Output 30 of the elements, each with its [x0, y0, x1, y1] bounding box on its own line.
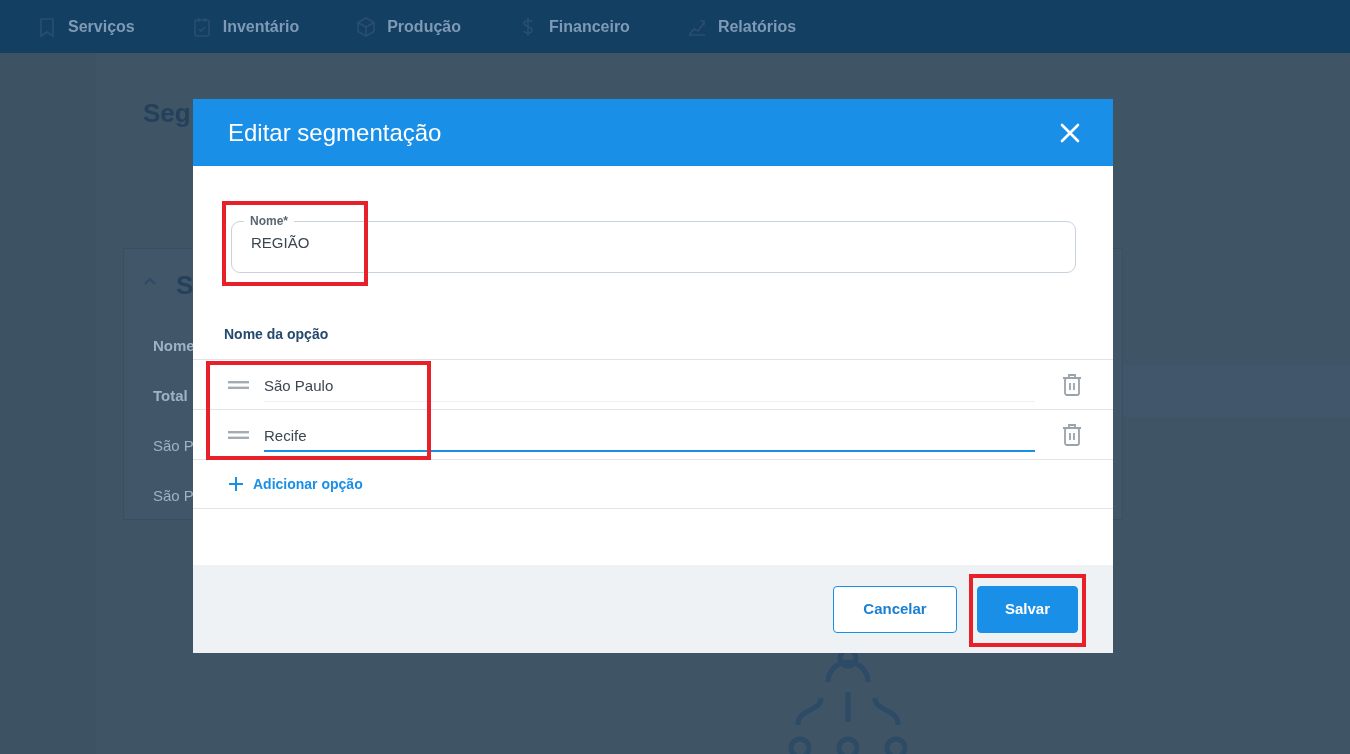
hierarchy-icon: [788, 650, 908, 754]
table-cell-text: São P: [153, 486, 194, 506]
add-option-button[interactable]: Adicionar opção: [228, 460, 363, 508]
option-input[interactable]: Recife: [264, 416, 1035, 453]
drag-handle-icon[interactable]: [228, 380, 249, 389]
option-input[interactable]: São Paulo: [264, 367, 1035, 402]
nav-item[interactable]: Inventário: [222, 14, 300, 39]
drag-handle-icon[interactable]: [228, 430, 249, 439]
delete-button[interactable]: [1061, 371, 1083, 398]
trash-icon: [1061, 371, 1083, 398]
field-value[interactable]: REGIÃO: [232, 229, 1075, 270]
table-cell-text: Total: [153, 386, 188, 406]
dialog-title: Editar segmentação: [228, 117, 442, 148]
nav-item[interactable]: Produção: [387, 14, 461, 39]
name-field[interactable]: Nome* REGIÃO: [231, 213, 1076, 273]
field-label: Nome*: [249, 213, 289, 229]
section-heading: Nome da opção: [224, 325, 330, 344]
nav-item[interactable]: Financeiro: [549, 14, 630, 39]
nav-item[interactable]: Serviços: [68, 14, 135, 39]
trash-icon: [1061, 421, 1083, 448]
table-cell-text: São P: [153, 436, 194, 456]
nav-item[interactable]: Relatórios: [717, 14, 797, 39]
delete-button[interactable]: [1061, 421, 1083, 448]
plus-icon: [228, 476, 244, 492]
save-button[interactable]: Salvar: [977, 585, 1078, 633]
box-icon: [355, 15, 378, 38]
cancel-button[interactable]: Cancelar: [833, 585, 957, 633]
close-button[interactable]: [1059, 121, 1081, 144]
table-header: Nome: [153, 336, 195, 356]
close-icon: [1059, 121, 1081, 144]
